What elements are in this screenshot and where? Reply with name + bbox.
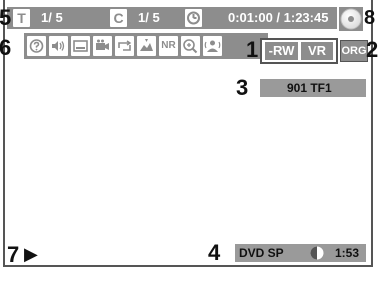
playback-time: 0:01:00 / 1:23:45 bbox=[228, 10, 329, 25]
title-icon: T bbox=[13, 9, 30, 27]
callout-4: 4 bbox=[208, 240, 221, 265]
callout-1: 1 bbox=[246, 37, 259, 62]
callout-3: 3 bbox=[236, 75, 249, 100]
marker-icon[interactable] bbox=[137, 36, 156, 56]
callout-7: 7 bbox=[7, 242, 20, 267]
noise-reduction-icon[interactable]: NR bbox=[159, 36, 178, 56]
disc-icon bbox=[339, 7, 363, 31]
recording-mode-label: DVD SP bbox=[239, 246, 284, 260]
remaining-time-icon bbox=[310, 246, 324, 260]
chapter-counter: 1/ 5 bbox=[138, 10, 160, 25]
repeat-icon[interactable] bbox=[115, 36, 134, 56]
audio-icon[interactable] bbox=[49, 36, 68, 56]
clock-icon bbox=[185, 9, 202, 27]
callout-5: 5 bbox=[0, 5, 12, 30]
callout-2: 2 bbox=[366, 37, 379, 62]
remaining-time: 1:53 bbox=[335, 246, 360, 260]
camera-angle-icon[interactable] bbox=[93, 36, 112, 56]
osd-screen: T 1/ 5 C 1/ 5 0:01:00 / 1:23:45 NR -RW V… bbox=[0, 0, 379, 282]
title-counter: 1/ 5 bbox=[41, 10, 63, 25]
callout-8: 8 bbox=[364, 7, 376, 29]
callout-6: 6 bbox=[0, 35, 12, 60]
org-badge: ORG bbox=[340, 40, 368, 62]
help-icon[interactable] bbox=[27, 36, 46, 56]
disc-type-badge: -RW bbox=[265, 42, 298, 60]
virtual-surround-icon[interactable] bbox=[203, 36, 222, 56]
channel-label: 901 TF1 bbox=[287, 81, 332, 95]
zoom-icon[interactable] bbox=[181, 36, 200, 56]
recording-mode-badge: VR bbox=[301, 42, 333, 60]
play-indicator: ▶ bbox=[24, 244, 38, 264]
chapter-icon: C bbox=[110, 9, 127, 27]
subtitle-icon[interactable] bbox=[71, 36, 90, 56]
